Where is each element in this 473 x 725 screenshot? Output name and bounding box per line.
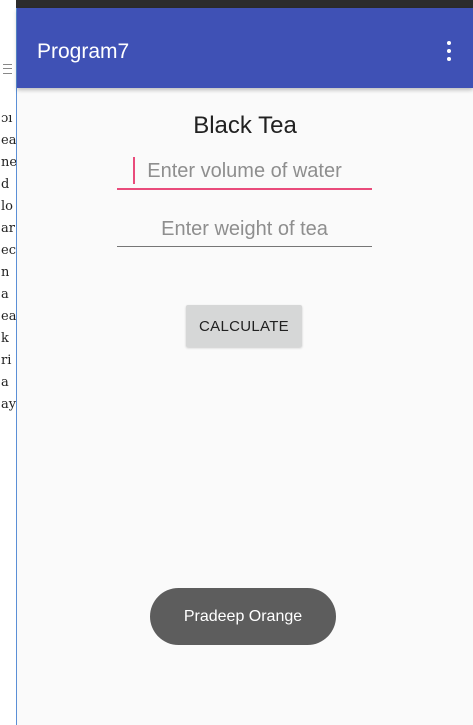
- text-cursor: [133, 157, 135, 184]
- screen: ɔı ea ne d lo ar ec n a ea k ri a ay Pro…: [0, 0, 473, 725]
- toast-message: Pradeep Orange: [150, 588, 336, 645]
- background-text-line: ea: [1, 133, 17, 148]
- page-title: Black Tea: [193, 112, 297, 139]
- background-text-line: ɔı: [1, 111, 13, 126]
- background-text-line: a: [1, 287, 9, 302]
- background-text-line: k: [1, 331, 9, 346]
- app-title: Program7: [37, 40, 130, 63]
- toast-text: Pradeep Orange: [183, 607, 303, 625]
- overflow-dot: [447, 49, 451, 53]
- menu-lines-icon: [3, 64, 12, 74]
- background-text-line: ay: [1, 397, 17, 412]
- background-text-line: ar: [1, 221, 15, 236]
- background-text-line: lo: [1, 199, 13, 214]
- background-document: ɔı ea ne d lo ar ec n a ea k ri a ay: [0, 0, 18, 725]
- background-text-line: ec: [1, 243, 16, 258]
- weight-input[interactable]: [117, 212, 372, 247]
- background-text-line: ea: [1, 309, 17, 324]
- background-text-line: ne: [1, 155, 18, 170]
- status-strip: [16, 0, 473, 8]
- app-window: Program7 Black Tea CALCULATE Pradeep Ora…: [17, 8, 473, 725]
- background-text-line: n: [1, 265, 10, 280]
- calculate-button[interactable]: CALCULATE: [186, 305, 302, 347]
- app-bar: Program7: [17, 8, 473, 88]
- background-text-line: d: [1, 177, 10, 192]
- overflow-dot: [447, 57, 451, 61]
- background-text-line: ri: [1, 353, 12, 368]
- background-text-line: a: [1, 375, 9, 390]
- more-vert-icon[interactable]: [439, 38, 459, 64]
- volume-input[interactable]: [117, 154, 372, 190]
- overflow-dot: [447, 41, 451, 45]
